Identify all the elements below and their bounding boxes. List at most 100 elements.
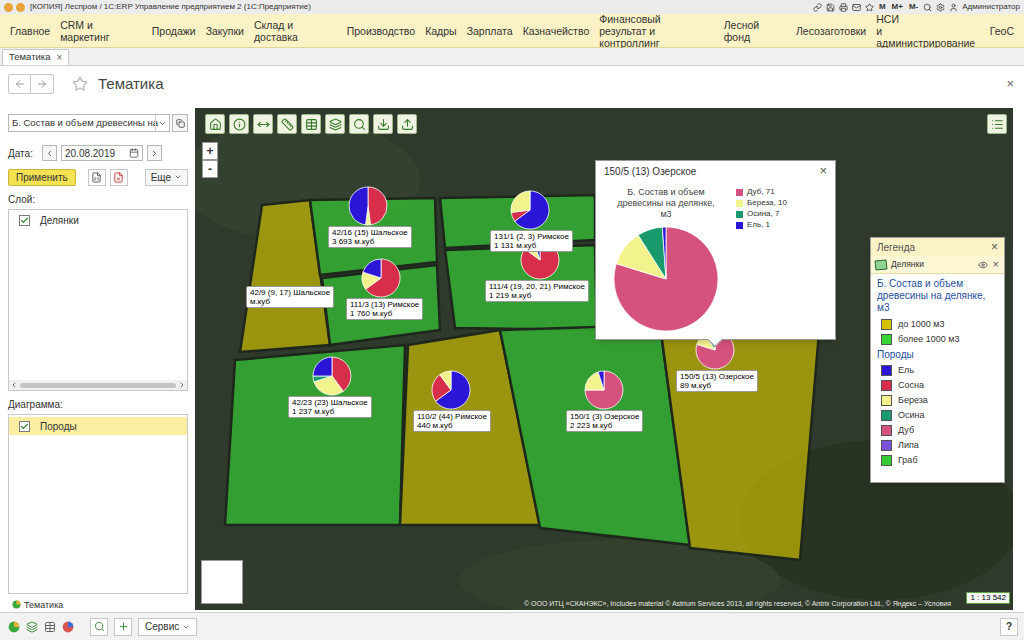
menu-item[interactable]: Лесозаготовки bbox=[796, 25, 866, 37]
save-icon[interactable] bbox=[826, 3, 835, 12]
add-button[interactable] bbox=[114, 618, 132, 636]
menu-item[interactable]: CRM и маркетинг bbox=[60, 19, 142, 43]
map-tool-button[interactable] bbox=[349, 114, 369, 134]
legend-close[interactable]: × bbox=[991, 238, 998, 256]
star-icon[interactable] bbox=[72, 76, 88, 92]
map-tool-button[interactable] bbox=[229, 114, 249, 134]
menu-item[interactable]: Лесной фонд bbox=[724, 19, 786, 43]
plot-pin[interactable]: 42/9 (9, 17) Шальскоем.куб bbox=[246, 286, 334, 308]
menu-item[interactable]: Финансовый результат и контроллинг bbox=[599, 13, 713, 49]
layer-tool-button[interactable] bbox=[24, 619, 40, 635]
pie-chart[interactable] bbox=[613, 226, 719, 332]
plot-pin[interactable]: 111/3 (13) Римское1 760 м.куб bbox=[346, 258, 423, 320]
plot-pin[interactable]: 150/1 (3) Озерское2 223 м.куб bbox=[566, 370, 643, 432]
menu-item[interactable]: ГеоС bbox=[990, 25, 1014, 37]
open-button[interactable] bbox=[172, 114, 188, 132]
plot-pin[interactable]: 42/16 (15) Шальское3 693 м.куб bbox=[328, 186, 412, 248]
pie-chart[interactable] bbox=[348, 186, 388, 226]
chart-tool-button[interactable] bbox=[60, 619, 76, 635]
pie-chart[interactable] bbox=[510, 190, 550, 230]
theme-select[interactable]: Б. Состав и объем древесины на bbox=[8, 114, 170, 132]
zoom-icon[interactable] bbox=[923, 3, 932, 12]
menu-item[interactable]: Закупки bbox=[206, 25, 244, 37]
prev-date-button[interactable] bbox=[42, 145, 57, 161]
checkbox[interactable] bbox=[19, 215, 30, 226]
parcel[interactable] bbox=[660, 320, 820, 560]
zoom-button[interactable]: + bbox=[202, 142, 218, 160]
map-tool-button[interactable] bbox=[253, 114, 273, 134]
pie-chart[interactable] bbox=[584, 370, 624, 410]
map-tool-button[interactable] bbox=[301, 114, 321, 134]
plot-pin[interactable]: 42/23 (23) Шальское1 237 м.куб bbox=[288, 356, 372, 418]
map-tool-button[interactable] bbox=[397, 114, 417, 134]
more-button[interactable]: Еще bbox=[145, 169, 188, 186]
date-field[interactable]: 20.08.2019 bbox=[61, 145, 143, 161]
user-name[interactable]: Администратор bbox=[962, 1, 1020, 13]
tab-close[interactable]: × bbox=[56, 50, 62, 65]
pie-slice bbox=[511, 191, 530, 212]
layers-toggle[interactable] bbox=[987, 114, 1007, 134]
menu-item[interactable]: Производство bbox=[347, 25, 415, 37]
table-tool-button[interactable] bbox=[42, 619, 58, 635]
printer-icon[interactable] bbox=[839, 3, 848, 12]
service-button[interactable]: Сервис bbox=[138, 618, 197, 636]
map-tool-button[interactable] bbox=[373, 114, 393, 134]
visibility-icon[interactable] bbox=[978, 260, 988, 270]
memory-button[interactable]: M+ bbox=[891, 1, 904, 13]
calendar-icon[interactable] bbox=[129, 148, 139, 158]
forward-button[interactable] bbox=[31, 75, 53, 93]
tab[interactable]: Тематика× bbox=[2, 49, 69, 65]
dropdown-icon bbox=[174, 173, 182, 181]
back-button[interactable] bbox=[9, 75, 31, 93]
scroll-left-icon[interactable] bbox=[10, 381, 18, 389]
plot-pin[interactable]: 110/2 (44) Римское440 м.куб bbox=[413, 370, 491, 432]
link-icon[interactable] bbox=[813, 3, 822, 12]
menu-item[interactable]: НСИ и администрирование bbox=[876, 13, 980, 49]
apply-button[interactable]: Применить bbox=[8, 169, 76, 186]
search-button[interactable] bbox=[90, 618, 108, 636]
pie-tool-button[interactable] bbox=[6, 619, 22, 635]
bottom-tab[interactable]: Тематика bbox=[8, 594, 188, 610]
plot-pin[interactable]: 131/1 (2, 3) Римское1 131 м.куб bbox=[490, 190, 573, 252]
next-date-button[interactable] bbox=[147, 145, 162, 161]
layer-row[interactable]: Делянки bbox=[9, 212, 187, 229]
clear-button[interactable] bbox=[110, 169, 128, 186]
pie-chart[interactable] bbox=[361, 258, 401, 298]
settings-icon[interactable] bbox=[936, 3, 945, 12]
diagram-row[interactable]: Породы bbox=[9, 417, 187, 435]
memory-button[interactable]: M bbox=[878, 1, 887, 13]
legend-layer[interactable]: Делянки× bbox=[871, 256, 1004, 274]
menu-item[interactable]: Главное bbox=[10, 25, 50, 37]
scroll-right-icon[interactable] bbox=[178, 381, 186, 389]
menu-item[interactable]: Зарплата bbox=[467, 25, 513, 37]
zoom-button[interactable]: - bbox=[202, 160, 218, 178]
parcel[interactable] bbox=[500, 325, 690, 545]
menu-item[interactable]: Склад и доставка bbox=[254, 19, 337, 43]
pie-chart[interactable] bbox=[431, 370, 471, 410]
memory-button[interactable]: M- bbox=[908, 1, 919, 13]
menu-item[interactable]: Казначейство bbox=[523, 25, 590, 37]
map-tool-button[interactable] bbox=[325, 114, 345, 134]
map-tool-button[interactable] bbox=[205, 114, 225, 134]
form-title: Тематика bbox=[98, 73, 163, 96]
parcel[interactable] bbox=[225, 345, 405, 525]
mail-icon[interactable] bbox=[852, 3, 861, 12]
menu-item[interactable]: Продажи bbox=[152, 25, 196, 37]
plot-popup: 150/5 (13) Озерское×Б. Состав и объем др… bbox=[595, 160, 836, 340]
popup-close[interactable]: × bbox=[819, 161, 827, 181]
form-close[interactable]: × bbox=[1006, 74, 1016, 94]
menu-logo-icon[interactable] bbox=[16, 3, 25, 12]
app-logo-icon[interactable] bbox=[4, 3, 13, 12]
map-tool-button[interactable] bbox=[277, 114, 297, 134]
table-button[interactable] bbox=[88, 169, 106, 186]
map[interactable]: +-42/16 (15) Шальское3 693 м.куб111/4 (1… bbox=[195, 108, 1013, 610]
overview-map[interactable] bbox=[201, 560, 243, 604]
user-icon[interactable] bbox=[949, 3, 958, 12]
checkbox[interactable] bbox=[19, 421, 30, 432]
help-button[interactable]: ? bbox=[1000, 618, 1018, 636]
pie-chart[interactable] bbox=[312, 356, 352, 396]
favorite-icon[interactable] bbox=[865, 3, 874, 12]
horizontal-scrollbar[interactable] bbox=[9, 380, 187, 390]
menu-item[interactable]: Кадры bbox=[425, 25, 456, 37]
layer-remove[interactable]: × bbox=[991, 256, 1001, 273]
